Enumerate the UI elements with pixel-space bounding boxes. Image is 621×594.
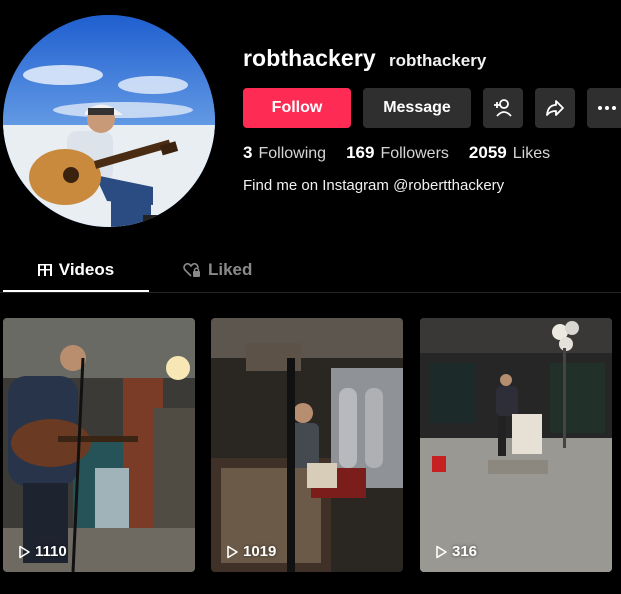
following-label: Following	[258, 145, 327, 162]
grid-icon	[37, 264, 52, 276]
tab-liked[interactable]: Liked	[183, 250, 252, 290]
profile-tabs: Videos Liked	[0, 250, 621, 293]
avatar-photo	[3, 15, 215, 227]
add-friend-button[interactable]	[483, 88, 523, 128]
profile-stats: 3 Following 169 Followers 2059 Likes	[243, 143, 570, 163]
tab-liked-label: Liked	[208, 260, 253, 279]
followers-stat[interactable]: 169 Followers	[346, 143, 449, 163]
likes-stat: 2059 Likes	[469, 143, 550, 163]
profile-bio: Find me on Instagram @robertthackery	[243, 177, 505, 194]
likes-label: Likes	[512, 145, 551, 162]
video-thumbnail-image	[420, 318, 612, 572]
username: robthackery	[243, 45, 376, 71]
profile-avatar[interactable]	[3, 15, 215, 227]
view-count: 316	[434, 543, 477, 560]
tab-videos-label: Videos	[58, 260, 115, 279]
message-button[interactable]: Message	[363, 88, 471, 128]
share-button[interactable]	[535, 88, 575, 128]
video-thumbnail[interactable]: 1110	[3, 318, 195, 572]
video-thumbnail[interactable]: 316	[420, 318, 612, 572]
view-count: 1110	[17, 543, 67, 560]
likes-count: 2059	[468, 143, 507, 162]
video-thumbnail-image	[211, 318, 403, 572]
view-count-value: 1019	[243, 543, 277, 560]
view-count-value: 1110	[35, 543, 67, 560]
more-icon	[598, 106, 616, 110]
view-count: 1019	[225, 543, 276, 560]
video-thumbnail[interactable]: 1019	[211, 318, 403, 572]
tab-videos[interactable]: Videos	[3, 250, 149, 292]
video-thumbnail-image	[3, 318, 195, 572]
add-user-icon	[494, 99, 512, 117]
play-icon	[227, 545, 238, 558]
heart-lock-icon	[183, 262, 200, 277]
play-icon	[436, 545, 447, 558]
nickname: robthackery	[389, 51, 487, 70]
followers-label: Followers	[380, 145, 449, 162]
share-icon	[546, 100, 564, 116]
followers-count: 169	[346, 143, 375, 162]
following-stat[interactable]: 3 Following	[243, 143, 326, 163]
view-count-value: 316	[452, 543, 478, 560]
following-count: 3	[243, 143, 253, 162]
more-options-button[interactable]	[587, 88, 621, 128]
follow-button[interactable]: Follow	[243, 88, 351, 128]
play-icon	[19, 545, 30, 558]
